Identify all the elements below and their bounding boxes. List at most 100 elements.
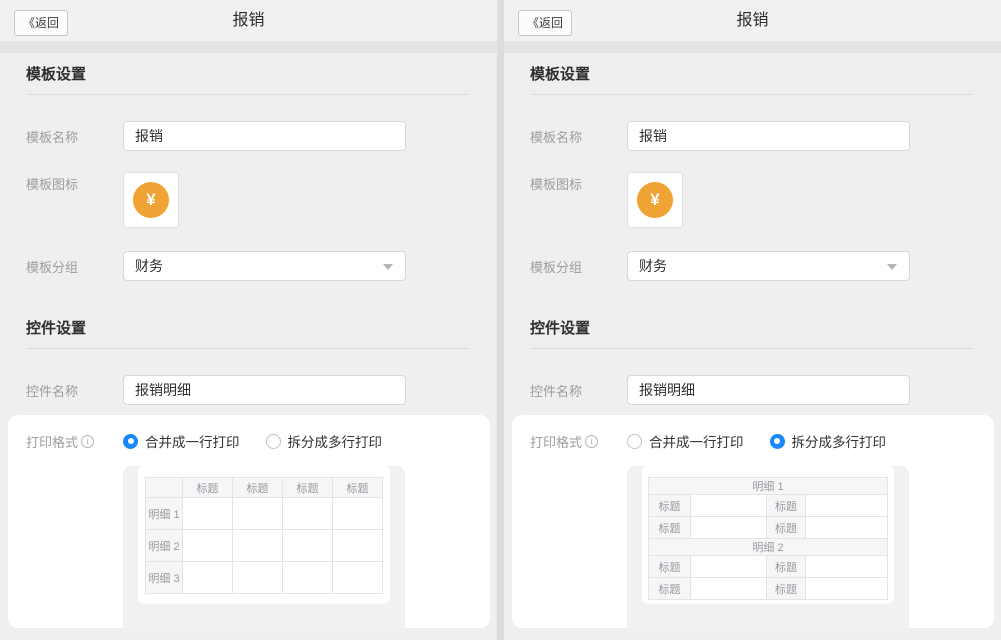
control-name-field: 控件名称 [504, 375, 1001, 405]
control-name-input[interactable] [627, 375, 910, 405]
template-icon-field: 模板图标 ¥ [0, 172, 497, 228]
preview-label-cell: 标题 [767, 495, 806, 517]
template-icon-tile[interactable]: ¥ [627, 172, 683, 228]
preview-empty-cell [691, 517, 767, 539]
radio-merge-one-row-label: 合并成一行打印 [649, 431, 744, 451]
template-group-value: 财务 [135, 258, 163, 274]
print-format-label: 打印格式 i [530, 432, 627, 451]
section-title-control-settings: 控件设置 [26, 317, 470, 349]
print-format-row: 打印格式 i 合并成一行打印 拆分成多行打印 [530, 431, 994, 451]
preview-empty-cell [806, 556, 888, 578]
panel-merged-print: 《返回 报销 模板设置 模板名称 模板图标 ¥ 模板分组 财务 控件设置 控件名… [0, 0, 497, 640]
radio-merge-one-row[interactable]: 合并成一行打印 [123, 431, 240, 451]
preview-empty-cell [806, 495, 888, 517]
template-name-input[interactable] [627, 121, 910, 151]
preview-empty-cell [283, 530, 333, 562]
preview-label-cell: 标题 [649, 556, 691, 578]
preview-empty-cell [691, 578, 767, 600]
template-group-select[interactable]: 财务 [627, 251, 910, 281]
template-icon-label: 模板图标 [530, 174, 627, 193]
print-preview-sheet: 明细 1标题标题标题标题明细 2标题标题标题标题 [642, 466, 894, 604]
print-format-label-text: 打印格式 [26, 432, 78, 451]
template-group-label: 模板分组 [26, 257, 123, 276]
radio-circle-icon[interactable] [627, 434, 642, 449]
template-icon-field: 模板图标 ¥ [504, 172, 1001, 228]
template-name-field: 模板名称 [504, 121, 1001, 151]
section-title-control-settings: 控件设置 [530, 317, 974, 349]
preview-empty-cell [183, 562, 233, 594]
radio-merge-one-row[interactable]: 合并成一行打印 [627, 431, 744, 451]
template-name-field: 模板名称 [0, 121, 497, 151]
preview-empty-cell [333, 498, 383, 530]
template-group-field: 模板分组 财务 [0, 251, 497, 281]
preview-empty-cell [333, 562, 383, 594]
print-preview-table: 标题标题标题标题明细 1明细 2明细 3 [145, 477, 383, 594]
preview-empty-cell [691, 556, 767, 578]
info-icon[interactable]: i [585, 435, 598, 448]
preview-empty-cell [333, 530, 383, 562]
print-format-label: 打印格式 i [26, 432, 123, 451]
preview-label-cell: 标题 [767, 517, 806, 539]
back-button[interactable]: 《返回 [518, 10, 572, 36]
radio-circle-icon[interactable] [123, 434, 138, 449]
print-format-row: 打印格式 i 合并成一行打印 拆分成多行打印 [26, 431, 490, 451]
preview-empty-cell [183, 530, 233, 562]
preview-empty-cell [283, 498, 333, 530]
page-title: 报销 [0, 0, 497, 41]
info-icon[interactable]: i [81, 435, 94, 448]
template-name-label: 模板名称 [530, 127, 627, 146]
radio-split-multi-row[interactable]: 拆分成多行打印 [266, 431, 383, 451]
preview-empty-cell [183, 498, 233, 530]
preview-label-cell: 标题 [283, 478, 333, 498]
preview-label-cell: 标题 [233, 478, 283, 498]
preview-label-cell: 标题 [183, 478, 233, 498]
print-preview-container: 标题标题标题标题明细 1明细 2明细 3 [123, 466, 405, 634]
print-format-label-text: 打印格式 [530, 432, 582, 451]
template-group-field: 模板分组 财务 [504, 251, 1001, 281]
section-title-template-settings: 模板设置 [26, 63, 470, 95]
preview-empty-cell [806, 517, 888, 539]
topbar-divider [504, 41, 1001, 53]
preview-label-cell: 明细 2 [649, 539, 888, 556]
preview-label-cell: 标题 [649, 578, 691, 600]
template-group-label: 模板分组 [530, 257, 627, 276]
preview-empty-cell [146, 478, 183, 498]
radio-split-multi-row-label: 拆分成多行打印 [288, 431, 383, 451]
preview-empty-cell [691, 495, 767, 517]
chevron-down-icon [383, 264, 393, 270]
preview-label-cell: 标题 [767, 578, 806, 600]
print-preview-container: 明细 1标题标题标题标题明细 2标题标题标题标题 [627, 466, 909, 634]
template-group-select[interactable]: 财务 [123, 251, 406, 281]
template-icon-label: 模板图标 [26, 174, 123, 193]
radio-circle-icon[interactable] [770, 434, 785, 449]
back-button[interactable]: 《返回 [14, 10, 68, 36]
template-icon-tile[interactable]: ¥ [123, 172, 179, 228]
section-title-template-settings: 模板设置 [530, 63, 974, 95]
preview-label-cell: 明细 2 [146, 530, 183, 562]
print-preview-sheet: 标题标题标题标题明细 1明细 2明细 3 [138, 466, 390, 604]
template-name-label: 模板名称 [26, 127, 123, 146]
print-format-card: 打印格式 i 合并成一行打印 拆分成多行打印 标题标题标题标题明细 1明细 2明… [8, 415, 490, 628]
topbar-divider [0, 41, 497, 53]
preview-label-cell: 标题 [649, 495, 691, 517]
preview-empty-cell [806, 578, 888, 600]
preview-empty-cell [233, 562, 283, 594]
radio-split-multi-row[interactable]: 拆分成多行打印 [770, 431, 887, 451]
yuan-icon: ¥ [637, 182, 673, 218]
control-name-field: 控件名称 [0, 375, 497, 405]
print-format-card: 打印格式 i 合并成一行打印 拆分成多行打印 明细 1标题标题标题标题明细 2标… [512, 415, 994, 628]
radio-circle-icon[interactable] [266, 434, 281, 449]
template-name-input[interactable] [123, 121, 406, 151]
chevron-down-icon [887, 264, 897, 270]
preview-label-cell: 标题 [767, 556, 806, 578]
preview-label-cell: 明细 1 [146, 498, 183, 530]
preview-label-cell: 标题 [649, 517, 691, 539]
yuan-glyph: ¥ [146, 190, 155, 210]
yuan-icon: ¥ [133, 182, 169, 218]
preview-label-cell: 明细 1 [649, 478, 888, 495]
preview-label-cell: 标题 [333, 478, 383, 498]
radio-merge-one-row-label: 合并成一行打印 [145, 431, 240, 451]
control-name-input[interactable] [123, 375, 406, 405]
page-title: 报销 [504, 0, 1001, 41]
topbar: 《返回 报销 [0, 0, 497, 41]
